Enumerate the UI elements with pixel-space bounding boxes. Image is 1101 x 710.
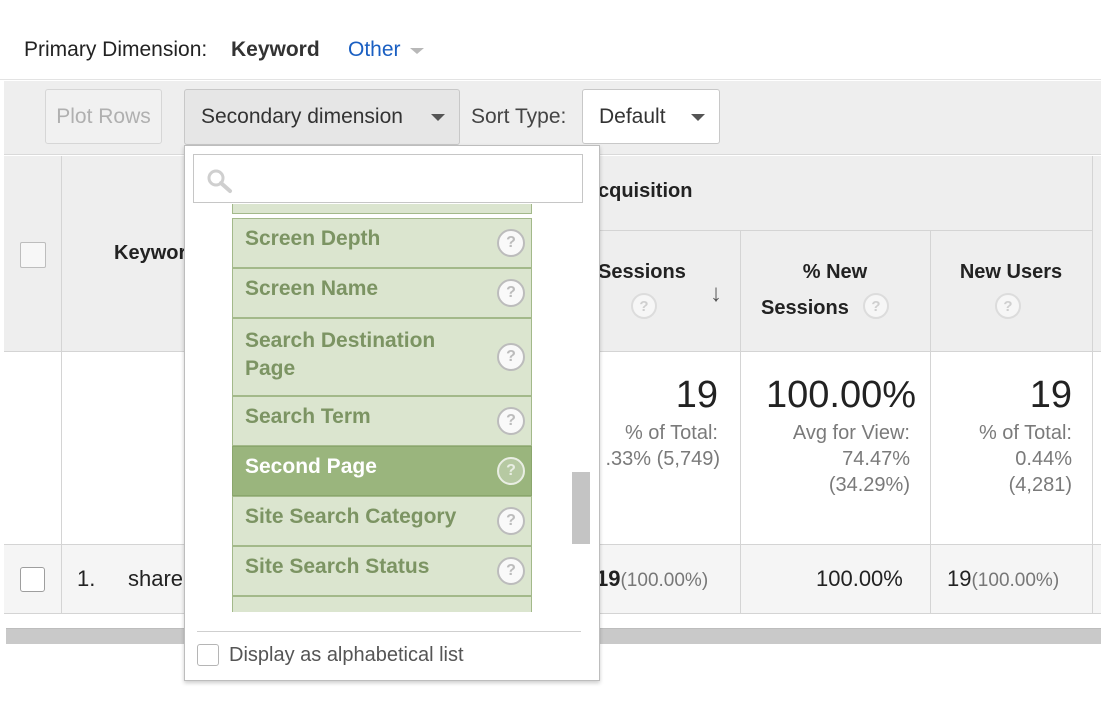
row-new-users-pct: (100.00%) bbox=[971, 570, 1060, 591]
total-new-users-label: % of Total: bbox=[978, 422, 1072, 444]
row-new-sessions: 100.00% bbox=[816, 566, 903, 591]
column-divider bbox=[61, 156, 62, 614]
total-new-users-share: 0.44% bbox=[1015, 448, 1072, 470]
list-item[interactable]: Site Search Status ? bbox=[232, 546, 532, 596]
table-toolbar: Plot Rows Secondary dimension Sort Type:… bbox=[4, 81, 1101, 155]
column-divider bbox=[1092, 156, 1093, 614]
list-item-label: Search Destination Page bbox=[245, 329, 436, 380]
primary-dimension-keyword[interactable]: Keyword bbox=[231, 38, 320, 62]
column-header-new-users[interactable]: New Users bbox=[930, 261, 1092, 284]
column-header-new-sessions-line1[interactable]: % New bbox=[740, 261, 930, 284]
group-divider bbox=[598, 230, 1092, 231]
list-item-label: Search Term bbox=[245, 405, 371, 428]
row-index: 1. bbox=[77, 566, 96, 591]
row-sessions-pct: (100.00%) bbox=[620, 570, 709, 591]
sort-type-select[interactable]: Default bbox=[582, 89, 720, 144]
list-item[interactable]: Search Destination Page ? bbox=[232, 318, 532, 396]
total-sessions-label: % of Total: bbox=[624, 422, 718, 444]
search-icon bbox=[207, 169, 232, 193]
column-header-sessions[interactable]: Sessions bbox=[598, 261, 686, 284]
help-icon[interactable]: ? bbox=[995, 293, 1021, 319]
avg-new-sessions-value: 74.47% bbox=[842, 448, 910, 470]
select-all-checkbox[interactable] bbox=[20, 242, 46, 268]
avg-new-sessions-diff: (34.29%) bbox=[828, 474, 910, 496]
primary-dimension-other[interactable]: Other bbox=[348, 38, 401, 62]
row-sessions: 19(100.00%) bbox=[596, 566, 708, 592]
dimension-list[interactable]: Screen Depth ? Screen Name ? Search Dest… bbox=[232, 204, 534, 612]
help-icon[interactable]: ? bbox=[863, 293, 889, 319]
dropdown-scrollbar-thumb[interactable] bbox=[572, 472, 590, 544]
row-keyword-link[interactable]: share bbox=[128, 566, 183, 592]
alphabetical-list-checkbox[interactable] bbox=[197, 644, 219, 666]
list-item-label: Site Search Status bbox=[245, 555, 430, 578]
help-icon[interactable]: ? bbox=[497, 457, 525, 485]
sort-descending-icon[interactable]: ↓ bbox=[710, 280, 722, 308]
row-new-users: 19(100.00%) bbox=[947, 566, 1059, 592]
secondary-dimension-dropdown: Screen Depth ? Screen Name ? Search Dest… bbox=[184, 145, 600, 681]
total-new-sessions: 100.00% bbox=[765, 374, 916, 416]
list-item[interactable]: Screen Depth ? bbox=[232, 218, 532, 268]
help-icon[interactable]: ? bbox=[497, 229, 525, 257]
list-item-label: Second Page bbox=[245, 455, 377, 478]
list-item-label: Screen Depth bbox=[245, 227, 381, 250]
dimension-search-input[interactable] bbox=[193, 154, 583, 203]
secondary-dimension-label: Secondary dimension bbox=[201, 105, 403, 128]
primary-dimension-row: Primary Dimension: Keyword Other bbox=[0, 0, 1101, 80]
total-new-users-count: (4,281) bbox=[1008, 474, 1072, 496]
primary-dimension-label: Primary Dimension: bbox=[24, 38, 208, 61]
chevron-down-icon bbox=[691, 114, 705, 121]
list-item-label: Screen Name bbox=[245, 277, 379, 300]
alphabetical-list-label[interactable]: Display as alphabetical list bbox=[229, 644, 464, 667]
help-icon[interactable]: ? bbox=[497, 507, 525, 535]
avg-new-sessions-label: Avg for View: bbox=[792, 422, 910, 444]
chevron-down-icon bbox=[431, 114, 445, 121]
help-icon[interactable]: ? bbox=[497, 279, 525, 307]
column-header-new-sessions-line2[interactable]: Sessions bbox=[761, 297, 849, 320]
list-item[interactable]: Screen Name ? bbox=[232, 268, 532, 318]
help-icon[interactable]: ? bbox=[631, 293, 657, 319]
list-item[interactable]: Site Search Category ? bbox=[232, 496, 532, 546]
column-header-keyword[interactable]: Keywor bbox=[114, 242, 186, 265]
dropdown-divider bbox=[197, 631, 581, 632]
help-icon[interactable]: ? bbox=[497, 343, 525, 371]
list-item-partial[interactable] bbox=[232, 596, 532, 612]
list-item-partial[interactable] bbox=[232, 204, 532, 214]
row-checkbox[interactable] bbox=[20, 567, 45, 592]
chevron-down-icon[interactable] bbox=[410, 48, 424, 54]
total-sessions: 19 bbox=[675, 374, 718, 416]
list-item-label: Site Search Category bbox=[245, 505, 457, 528]
help-icon[interactable]: ? bbox=[497, 407, 525, 435]
total-new-users: 19 bbox=[1029, 374, 1072, 416]
plot-rows-button[interactable]: Plot Rows bbox=[45, 89, 162, 144]
list-item[interactable]: Search Term ? bbox=[232, 396, 532, 446]
list-item-selected[interactable]: Second Page ? bbox=[232, 446, 532, 496]
total-sessions-share: .33% (5,749) bbox=[605, 448, 720, 470]
secondary-dimension-button[interactable]: Secondary dimension bbox=[184, 89, 460, 145]
group-header-acquisition: cquisition bbox=[598, 180, 693, 202]
help-icon[interactable]: ? bbox=[497, 557, 525, 585]
row-new-users-value: 19 bbox=[947, 566, 972, 591]
sort-type-value: Default bbox=[599, 104, 666, 128]
sort-type-label: Sort Type: bbox=[471, 105, 567, 128]
